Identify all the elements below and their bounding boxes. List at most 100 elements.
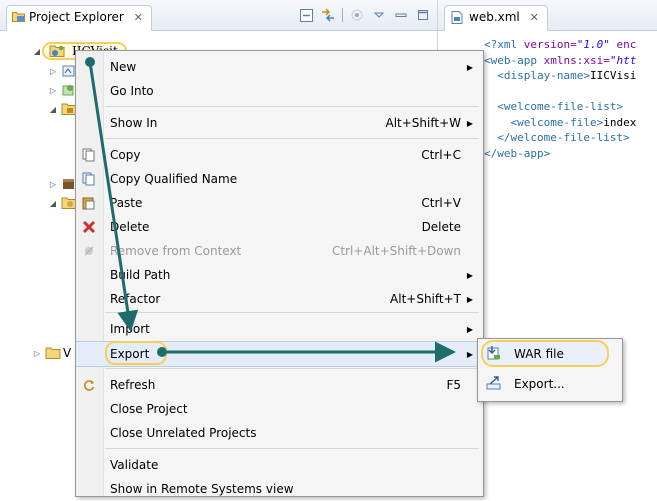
menu-item-label: Refresh — [110, 378, 156, 392]
minimize-icon[interactable] — [393, 7, 409, 23]
submenu-item-label: WAR file — [514, 347, 564, 361]
code-line: </web-app> — [484, 146, 636, 162]
code-editor[interactable]: <?xml version="1.0" enc <web-app xmlns:xs… — [484, 37, 636, 161]
code-token: xmlns:xsi= — [543, 53, 610, 67]
paste-icon — [81, 195, 97, 211]
code-token: enc — [609, 38, 637, 51]
close-icon[interactable]: ✕ — [134, 11, 143, 24]
code-token: <?xml — [484, 38, 524, 51]
xml-file-icon — [451, 11, 463, 24]
code-token: <display-name> — [497, 69, 590, 82]
expanded-twisty-icon[interactable]: ◢ — [48, 199, 58, 208]
menu-item-shortcut: Alt+Shift+T — [390, 292, 461, 306]
code-line: <welcome-file-list> — [484, 99, 636, 115]
menu-separator — [105, 448, 479, 449]
project-explorer-icon — [12, 12, 25, 22]
menu-item-shortcut: Ctrl+C — [421, 148, 461, 162]
submenu-item-war-file[interactable]: WAR file — [478, 341, 620, 367]
war-file-icon — [486, 345, 502, 361]
editor-tab-label: web.xml — [469, 10, 520, 24]
code-line: <display-name>IICVisi — [484, 68, 636, 84]
project-explorer-tab[interactable]: Project Explorer ✕ — [6, 5, 152, 31]
menu-item-copy[interactable]: Copy Ctrl+C — [76, 143, 481, 167]
tree-row[interactable]: ▷ V — [32, 344, 71, 362]
expanded-twisty-icon[interactable]: ◢ — [32, 47, 42, 56]
menu-item-label: Show in Remote Systems view — [110, 482, 294, 496]
menu-item-refresh[interactable]: Refresh F5 — [76, 373, 481, 397]
code-line: </welcome-file-list> — [484, 130, 636, 146]
menu-item-label: Paste — [110, 196, 143, 210]
menu-item-delete[interactable]: Delete Delete — [76, 215, 481, 239]
folder-icon — [45, 347, 61, 359]
close-icon[interactable]: ✕ — [530, 11, 539, 24]
menu-item-label: Validate — [110, 458, 159, 472]
code-token: </welcome-file-list> — [497, 131, 630, 144]
maximize-icon[interactable] — [415, 7, 431, 23]
menu-item-label: New — [110, 60, 137, 74]
link-with-editor-icon[interactable] — [320, 7, 336, 23]
submenu-arrow-icon: ▶ — [466, 270, 473, 280]
code-token: "1.0" — [576, 38, 610, 51]
menu-item-show-in[interactable]: Show In Alt+Shift+W ▶ — [76, 111, 481, 135]
focus-icon[interactable] — [349, 7, 365, 23]
menu-item-shortcut: Ctrl+Alt+Shift+Down — [331, 244, 461, 258]
view-menu-icon[interactable] — [371, 7, 387, 23]
code-token: <web-app — [484, 53, 544, 67]
menu-item-new[interactable]: New ▶ — [76, 55, 481, 79]
menu-item-shortcut: Ctrl+V — [421, 196, 461, 210]
editor-tab-web-xml[interactable]: web.xml ✕ — [444, 5, 548, 31]
menu-item-label: Delete — [110, 220, 150, 234]
menu-item-import[interactable]: Import ▶ — [76, 317, 481, 341]
view-toolbar — [298, 6, 431, 24]
submenu-arrow-icon: ▶ — [466, 349, 473, 359]
menu-item-label: Go Into — [110, 84, 154, 98]
menu-item-close-project[interactable]: Close Project — [76, 397, 481, 421]
export-highlight — [105, 341, 167, 365]
menu-item-label: Import — [110, 322, 150, 336]
menu-item-build-path[interactable]: Build Path ▶ — [76, 263, 481, 287]
tree-row[interactable]: ▷ — [48, 175, 77, 193]
menu-separator — [105, 106, 479, 107]
code-token: <welcome-file-list> — [497, 100, 624, 113]
menu-item-shortcut: F5 — [446, 378, 461, 392]
menu-item-refactor[interactable]: Refactor Alt+Shift+T ▶ — [76, 287, 481, 311]
expanded-twisty-icon[interactable]: ◢ — [48, 105, 58, 114]
menu-item-close-unrelated-projects[interactable]: Close Unrelated Projects — [76, 421, 481, 445]
remove-context-icon — [81, 243, 97, 259]
submenu-item-export[interactable]: Export... — [478, 371, 620, 397]
code-token: index — [603, 115, 637, 129]
code-token: IICVisi — [589, 69, 637, 82]
copy-qualified-icon — [81, 171, 97, 187]
menu-item-shortcut: Alt+Shift+W — [385, 116, 462, 130]
editor-tabbar: web.xml ✕ — [438, 0, 657, 31]
menu-item-remove-from-context[interactable]: Remove from Context Ctrl+Alt+Shift+Down — [76, 239, 481, 263]
menu-item-show-in-remote-systems-view[interactable]: Show in Remote Systems view — [76, 477, 481, 501]
tree-row[interactable]: ▷ — [48, 62, 77, 80]
tree-row[interactable]: ◢ — [48, 100, 77, 118]
toolbar-separator — [342, 8, 343, 22]
refresh-icon — [81, 377, 97, 393]
submenu-arrow-icon: ▶ — [466, 62, 473, 72]
tree-row[interactable]: ◢ — [48, 194, 77, 212]
collapse-all-icon[interactable] — [298, 7, 314, 23]
menu-separator — [105, 368, 479, 369]
export-submenu: WAR file Export... — [477, 338, 623, 402]
menu-item-shortcut: Delete — [421, 220, 461, 234]
menu-item-label: Copy Qualified Name — [110, 172, 238, 186]
menu-item-go-into[interactable]: Go Into — [76, 79, 481, 103]
tree-row[interactable]: ▷ — [48, 81, 77, 99]
project-explorer-tab-label: Project Explorer — [29, 10, 124, 24]
menu-item-validate[interactable]: Validate — [76, 453, 481, 477]
collapsed-twisty-icon[interactable]: ▷ — [48, 86, 58, 95]
collapsed-twisty-icon[interactable]: ▷ — [48, 67, 58, 76]
code-token: </web-app> — [484, 146, 551, 160]
menu-item-label: Close Project — [110, 402, 188, 416]
code-token: "htt — [609, 53, 637, 67]
collapsed-twisty-icon[interactable]: ▷ — [48, 180, 58, 189]
collapsed-twisty-icon[interactable]: ▷ — [32, 349, 42, 358]
menu-item-copy-qualified-name[interactable]: Copy Qualified Name — [76, 167, 481, 191]
code-token: <welcome-file> — [510, 115, 604, 129]
menu-item-paste[interactable]: Paste Ctrl+V — [76, 191, 481, 215]
submenu-arrow-icon: ▶ — [466, 294, 473, 304]
